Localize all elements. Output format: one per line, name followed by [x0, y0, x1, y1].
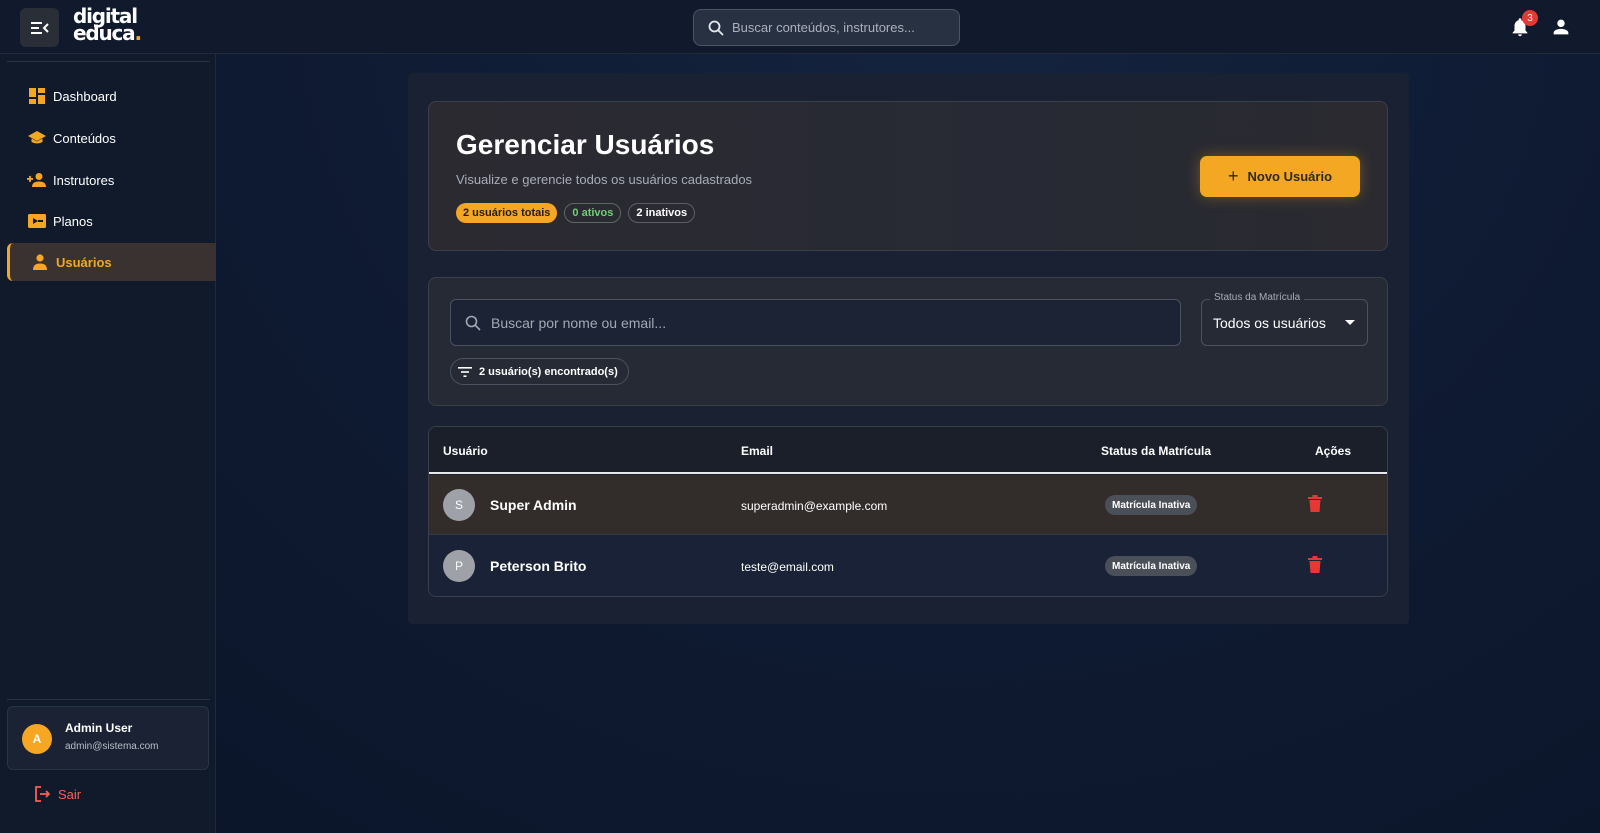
- trash-icon: [1308, 556, 1322, 573]
- user-name: Super Admin: [490, 497, 577, 513]
- global-search[interactable]: [693, 9, 960, 46]
- ticket-icon: [27, 211, 47, 231]
- inactive-users-chip: 2 inativos: [628, 203, 696, 223]
- sidebar-item-conteudos[interactable]: Conteúdos: [7, 119, 216, 157]
- user-search[interactable]: [450, 299, 1181, 346]
- logo-line-2: educa: [73, 21, 136, 45]
- table-row[interactable]: S Super Admin superadmin@example.com Mat…: [429, 475, 1387, 535]
- page-title: Gerenciar Usuários: [456, 129, 715, 160]
- page-header-card: Gerenciar Usuários Visualize e gerencie …: [428, 101, 1388, 251]
- results-count-label: 2 usuário(s) encontrado(s): [479, 365, 618, 378]
- logo-dot: .: [134, 21, 142, 45]
- trash-icon: [1308, 495, 1322, 512]
- menu-toggle-button[interactable]: [20, 8, 59, 47]
- graduation-cap-icon: [27, 128, 47, 148]
- logout-label: Sair: [58, 786, 82, 802]
- sidebar-item-label: Usuários: [56, 254, 112, 270]
- dashboard-icon: [27, 86, 47, 106]
- summary-chips: 2 usuários totais 0 ativos 2 inativos: [456, 203, 696, 223]
- page-subtitle: Visualize e gerencie todos os usuários c…: [456, 172, 753, 187]
- sidebar-item-label: Conteúdos: [53, 130, 116, 146]
- delete-user-button[interactable]: [1306, 556, 1324, 576]
- brand-logo[interactable]: digital educa.: [73, 6, 142, 45]
- delete-user-button[interactable]: [1306, 495, 1324, 515]
- notifications-badge: 3: [1522, 10, 1538, 26]
- column-header-status[interactable]: Status da Matrícula: [1101, 444, 1211, 458]
- status-badge: Matrícula Inativa: [1105, 556, 1198, 576]
- user-name: Peterson Brito: [490, 558, 587, 574]
- sidebar-item-label: Dashboard: [53, 88, 117, 104]
- person-add-icon: [27, 170, 47, 190]
- global-search-input[interactable]: [732, 20, 932, 35]
- table-header: Usuário Email Status da Matrícula Ações: [429, 427, 1387, 474]
- current-user-card[interactable]: A Admin User admin@sistema.com: [7, 706, 209, 770]
- plus-icon: +: [1227, 166, 1239, 186]
- current-user-name: Admin User: [65, 721, 133, 735]
- table-row[interactable]: P Peterson Brito teste@email.com Matrícu…: [429, 536, 1387, 596]
- users-table: Usuário Email Status da Matrícula Ações …: [428, 426, 1388, 597]
- sidebar-item-label: Instrutores: [53, 172, 115, 188]
- top-bar: digital educa. 3: [0, 0, 1600, 54]
- status-filter-value: Todos os usuários: [1213, 315, 1326, 331]
- search-icon: [465, 315, 481, 331]
- sidebar-item-label: Planos: [53, 213, 93, 229]
- sidebar-item-usuarios[interactable]: Usuários: [7, 243, 216, 281]
- avatar: S: [443, 489, 475, 521]
- active-users-chip: 0 ativos: [564, 203, 622, 223]
- person-icon: [30, 252, 50, 272]
- logout-button[interactable]: Sair: [34, 786, 81, 802]
- sidebar-item-dashboard[interactable]: Dashboard: [7, 77, 216, 115]
- avatar: P: [443, 550, 475, 582]
- logout-icon: [35, 786, 50, 802]
- results-count-chip: 2 usuário(s) encontrado(s): [450, 358, 629, 385]
- column-header-acoes: Ações: [1315, 444, 1352, 458]
- current-user-email: admin@sistema.com: [65, 741, 159, 752]
- sidebar-divider: [7, 61, 210, 62]
- chevron-down-icon: [1345, 320, 1355, 325]
- new-user-label: Novo Usuário: [1247, 169, 1333, 184]
- sidebar-item-instrutores[interactable]: Instrutores: [7, 161, 216, 199]
- new-user-button[interactable]: + Novo Usuário: [1200, 156, 1360, 197]
- menu-collapse-icon: [30, 21, 49, 34]
- user-email: teste@email.com: [741, 560, 834, 574]
- filters-card: Status da Matrícula Todos os usuários 2 …: [428, 277, 1388, 406]
- user-search-input[interactable]: [491, 314, 1141, 331]
- column-header-email[interactable]: Email: [741, 444, 773, 458]
- total-users-chip: 2 usuários totais: [456, 203, 558, 223]
- status-filter-label: Status da Matrícula: [1210, 292, 1305, 303]
- status-badge: Matrícula Inativa: [1105, 495, 1198, 515]
- column-header-usuario[interactable]: Usuário: [443, 444, 488, 458]
- search-icon: [708, 20, 724, 36]
- avatar: A: [22, 724, 52, 754]
- filter-icon: [458, 366, 472, 377]
- account-icon[interactable]: [1550, 16, 1572, 38]
- sidebar-item-planos[interactable]: Planos: [7, 202, 216, 240]
- user-email: superadmin@example.com: [741, 499, 888, 513]
- status-filter-select[interactable]: Status da Matrícula Todos os usuários: [1201, 292, 1368, 346]
- sidebar-divider: [7, 699, 210, 700]
